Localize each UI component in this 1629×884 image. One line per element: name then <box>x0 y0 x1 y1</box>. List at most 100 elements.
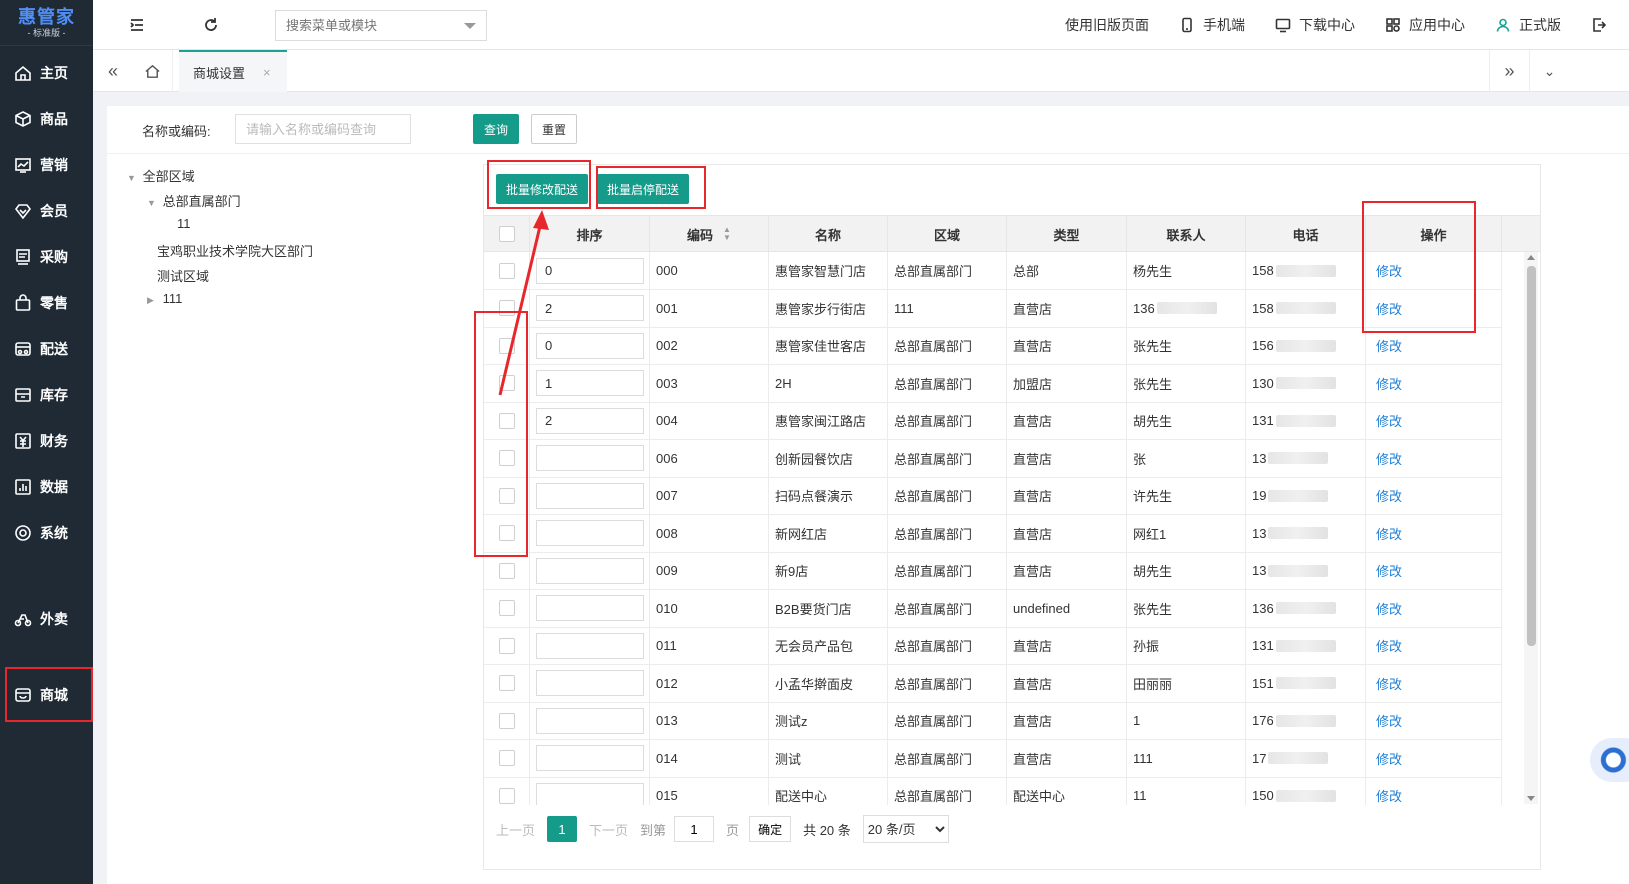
row-checkbox[interactable] <box>498 487 515 504</box>
sidebar-item-goods[interactable]: 商品 <box>0 96 93 142</box>
close-icon[interactable]: × <box>263 65 271 80</box>
page-size-select[interactable]: 20 条/页 <box>862 815 949 843</box>
tree-node-test-region[interactable]: 测试区域 <box>157 266 209 285</box>
sort-order-input[interactable] <box>536 407 644 434</box>
tabs-menu-chevron-down-icon[interactable]: ⌄ <box>1529 50 1569 92</box>
edit-link[interactable]: 修改 <box>1376 674 1402 693</box>
edit-link[interactable]: 修改 <box>1376 299 1402 318</box>
table-scrollbar[interactable] <box>1524 252 1538 804</box>
tree-node-baoji[interactable]: 宝鸡职业技术学院大区部门 <box>157 241 313 260</box>
tree-node-root[interactable]: ▼ 全部区域 <box>127 166 195 185</box>
tree-node-11[interactable]: 11 <box>177 216 191 231</box>
scroll-up-icon[interactable] <box>1527 255 1535 260</box>
scroll-thumb[interactable] <box>1527 266 1536 646</box>
sidebar-item-member[interactable]: 会员 <box>0 188 93 234</box>
row-checkbox[interactable] <box>498 787 515 804</box>
edit-link[interactable]: 修改 <box>1376 261 1402 280</box>
row-checkbox[interactable] <box>498 337 515 354</box>
mobile-link[interactable]: 手机端 <box>1179 15 1245 35</box>
tabs-scroll-right-icon[interactable]: » <box>1489 50 1529 92</box>
caret-down-icon[interactable]: ▼ <box>147 198 159 208</box>
prev-page-button[interactable]: 上一页 <box>496 820 535 839</box>
sort-order-input[interactable] <box>536 557 644 584</box>
sidebar-item-inventory[interactable]: 库存 <box>0 372 93 418</box>
sort-icon[interactable]: ▲ ▼ <box>723 226 731 242</box>
tree-node-111[interactable]: ▶ 111 <box>147 291 182 306</box>
menu-search-select[interactable] <box>275 10 487 41</box>
caret-right-icon[interactable]: ▶ <box>147 295 159 306</box>
sort-order-input[interactable] <box>536 295 644 321</box>
query-button[interactable]: 查询 <box>473 114 519 144</box>
menu-fold-icon[interactable] <box>127 15 147 35</box>
batch-toggle-delivery-button[interactable]: 批量启停配送 <box>597 174 689 204</box>
sidebar-item-data[interactable]: 数据 <box>0 464 93 510</box>
select-all-checkbox[interactable] <box>498 226 515 242</box>
edit-link[interactable]: 修改 <box>1376 749 1402 768</box>
sort-order-input[interactable] <box>536 520 644 546</box>
edit-link[interactable]: 修改 <box>1376 561 1402 580</box>
edit-link[interactable]: 修改 <box>1376 786 1402 805</box>
current-page[interactable]: 1 <box>547 816 578 842</box>
tree-node-hq[interactable]: ▼ 总部直属部门 <box>147 191 241 210</box>
sort-order-input[interactable] <box>536 370 644 396</box>
row-checkbox[interactable] <box>498 750 515 766</box>
edit-link[interactable]: 修改 <box>1376 524 1402 543</box>
sort-order-input[interactable] <box>536 595 644 621</box>
floating-assistant-icon[interactable] <box>1590 738 1629 782</box>
old-version-link[interactable]: 使用旧版页面 <box>1065 15 1149 35</box>
edit-link[interactable]: 修改 <box>1376 449 1402 468</box>
row-checkbox[interactable] <box>498 712 515 729</box>
goto-confirm-button[interactable]: 确定 <box>749 816 792 842</box>
sort-order-input[interactable] <box>536 707 644 734</box>
chevron-down-icon[interactable] <box>464 23 476 29</box>
sidebar-item-system[interactable]: 系统 <box>0 510 93 556</box>
edit-link[interactable]: 修改 <box>1376 599 1402 618</box>
row-checkbox[interactable] <box>498 375 515 391</box>
tab-mall-settings[interactable]: 商城设置 × <box>179 50 287 92</box>
row-checkbox[interactable] <box>498 600 515 616</box>
sidebar-item-retail[interactable]: 零售 <box>0 280 93 326</box>
batch-modify-delivery-button[interactable]: 批量修改配送 <box>496 174 588 204</box>
sort-order-input[interactable] <box>536 745 644 771</box>
sort-order-input[interactable] <box>536 332 644 359</box>
row-checkbox[interactable] <box>498 562 515 579</box>
col-code[interactable]: 编码 ▲ ▼ <box>650 216 769 252</box>
sidebar-item-finance[interactable]: 财务 <box>0 418 93 464</box>
edit-link[interactable]: 修改 <box>1376 336 1402 355</box>
sidebar-item-takeout[interactable]: 外卖 <box>0 596 93 642</box>
app-center-link[interactable]: 应用中心 <box>1385 15 1465 35</box>
caret-down-icon[interactable]: ▼ <box>127 173 139 183</box>
sidebar-item-delivery[interactable]: 配送 <box>0 326 93 372</box>
row-checkbox[interactable] <box>498 525 515 541</box>
reset-button[interactable]: 重置 <box>531 114 577 144</box>
edit-link[interactable]: 修改 <box>1376 411 1402 430</box>
edit-link[interactable]: 修改 <box>1376 374 1402 393</box>
home-tab[interactable] <box>133 50 173 92</box>
menu-search-input[interactable] <box>286 18 456 33</box>
scroll-down-icon[interactable] <box>1527 796 1535 801</box>
row-checkbox[interactable] <box>498 262 515 279</box>
refresh-icon[interactable] <box>201 15 221 35</box>
goto-page-input[interactable] <box>674 816 715 842</box>
name-code-search-input[interactable] <box>235 114 411 144</box>
sort-order-input[interactable] <box>536 482 644 509</box>
sidebar-item-purchase[interactable]: 采购 <box>0 234 93 280</box>
logout-button[interactable] <box>1591 17 1615 33</box>
row-checkbox[interactable] <box>498 675 515 691</box>
official-version-link[interactable]: 正式版 <box>1495 15 1561 35</box>
app-logo[interactable]: 惠管家 - 标准版 - <box>0 0 93 46</box>
edit-link[interactable]: 修改 <box>1376 486 1402 505</box>
edit-link[interactable]: 修改 <box>1376 711 1402 730</box>
download-center-link[interactable]: 下载中心 <box>1275 15 1355 35</box>
sidebar-item-marketing[interactable]: 营销 <box>0 142 93 188</box>
next-page-button[interactable]: 下一页 <box>589 820 628 839</box>
row-checkbox[interactable] <box>498 637 515 654</box>
tabs-scroll-left-icon[interactable]: « <box>93 50 133 92</box>
row-checkbox[interactable] <box>498 450 515 466</box>
row-checkbox[interactable] <box>498 300 515 316</box>
sort-order-input[interactable] <box>536 632 644 659</box>
row-checkbox[interactable] <box>498 412 515 429</box>
sort-order-input[interactable] <box>536 670 644 696</box>
sort-order-input[interactable] <box>536 445 644 471</box>
sort-order-input[interactable] <box>536 257 644 284</box>
